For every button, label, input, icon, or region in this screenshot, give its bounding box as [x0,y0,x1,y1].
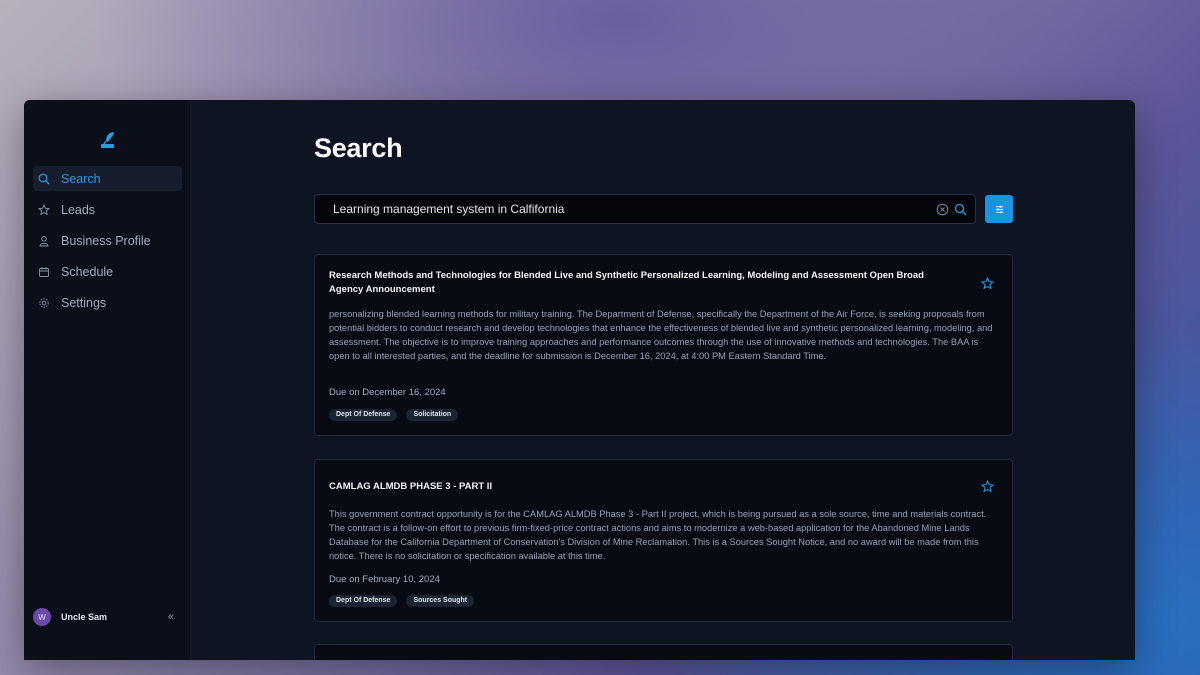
tag-badge: Sources Sought [406,595,475,607]
avatar: W [33,608,51,626]
sidebar-item-label: Leads [61,202,96,217]
sidebar-item-settings[interactable]: Settings [33,290,182,315]
sidebar: Search Leads Business Profile Schedule S… [24,100,191,660]
sidebar-item-schedule[interactable]: Schedule [33,259,182,284]
result-description: personalizing blended learning methods f… [329,309,993,361]
star-icon [38,203,50,215]
sidebar-item-label: Search [61,171,101,186]
sidebar-item-label: Business Profile [61,233,151,248]
search-icon[interactable] [954,203,967,216]
clear-icon[interactable] [936,203,949,216]
page-title: Search [314,133,403,163]
tag-badge: Dept Of Defense [329,595,398,607]
star-icon[interactable] [981,277,994,290]
search-icon [38,173,50,184]
result-title[interactable]: CAMLAG ALMDB PHASE 3 - PART II [329,480,959,494]
sidebar-item-label: Schedule [61,264,114,279]
user-name: Uncle Sam [61,612,108,622]
sidebar-nav: Search Leads Business Profile Schedule S… [33,166,182,321]
search-input[interactable] [333,202,923,216]
result-title[interactable]: Research Methods and Technologies for Bl… [329,269,959,297]
calendar-icon [39,266,49,277]
user-profile[interactable]: W Uncle Sam « [33,607,182,627]
collapse-sidebar-button[interactable]: « [168,611,174,623]
sidebar-item-leads[interactable]: Leads [33,197,182,222]
tag-badge: Solicitation [406,409,459,421]
app-window: Search Leads Business Profile Schedule S… [24,100,1135,660]
tag-badge: Dept Of Defense [329,409,398,421]
user-icon [39,235,49,246]
result-card[interactable]: Research Methods and Technologies for Bl… [314,254,1013,436]
due-date: Due on February 10, 2024 [329,574,440,585]
result-description: This government contract opportunity is … [329,509,987,561]
result-card[interactable] [314,644,1013,660]
search-bar [314,194,976,224]
gear-icon [39,297,49,308]
main-content: Search Research Methods and Technologies… [191,100,1135,660]
tag-list: Dept Of Defense Solicitation [329,409,467,421]
sliders-icon [995,205,1003,213]
filter-button[interactable] [985,195,1013,223]
sidebar-item-search[interactable]: Search [33,166,182,191]
sidebar-item-business-profile[interactable]: Business Profile [33,228,182,253]
result-card[interactable]: CAMLAG ALMDB PHASE 3 - PART II This gove… [314,459,1013,622]
due-date: Due on December 16, 2024 [329,387,446,398]
tag-list: Dept Of Defense Sources Sought [329,595,483,607]
quill-logo-icon [101,132,114,148]
sidebar-item-label: Settings [61,295,107,310]
star-icon[interactable] [981,480,994,493]
